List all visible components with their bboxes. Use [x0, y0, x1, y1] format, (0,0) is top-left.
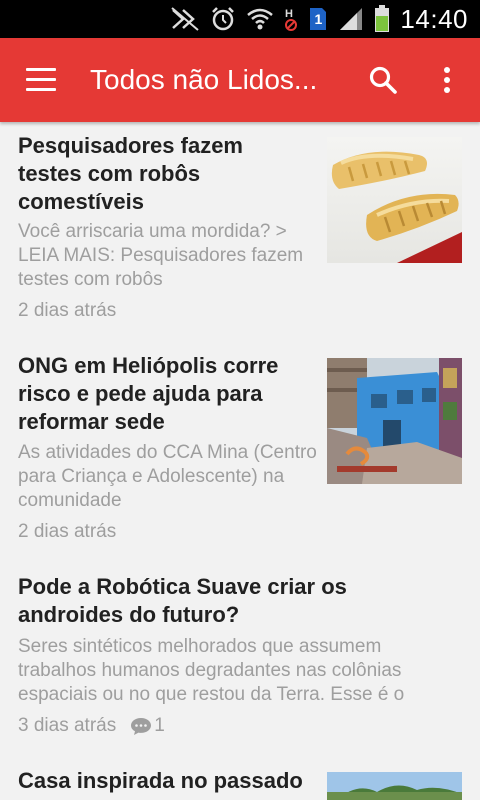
article-headline: Pode a Robótica Suave criar os androides…: [18, 574, 347, 627]
sim-card-icon: 1: [308, 6, 328, 32]
article-thumbnail: [327, 772, 462, 800]
article-item[interactable]: Pode a Robótica Suave criar os androides…: [0, 562, 480, 758]
signal-icon: [338, 6, 364, 32]
more-options-icon[interactable]: [434, 62, 460, 98]
clock: 14:40: [400, 4, 468, 34]
no-data-icon: H: [284, 5, 298, 33]
alarm-icon: [210, 6, 236, 32]
svg-text:H: H: [285, 8, 293, 20]
article-item[interactable]: ONG em Heliópolis corre risco e pede aju…: [0, 342, 480, 562]
sim-number: 1: [314, 11, 323, 27]
article-summary: Seres sintéticos melhorados que assumem …: [18, 636, 405, 705]
status-bar: H 1 14:40: [0, 0, 480, 38]
article-headline: Casa inspirada no passado: [18, 768, 303, 793]
article-item[interactable]: Pesquisadores fazem testes com robôs com…: [0, 122, 480, 342]
article-thumbnail: [327, 358, 462, 484]
nfc-icon: [170, 6, 200, 32]
page-title: Todos não Lidos...: [90, 64, 318, 95]
article-age: 3 dias atrás: [18, 715, 117, 736]
comment-count-value: 1: [154, 715, 165, 736]
battery-icon: [374, 5, 390, 33]
article-feed: Pesquisadores fazem testes com robôs com…: [0, 122, 480, 800]
article-age: 2 dias atrás: [18, 300, 117, 321]
comment-count: 1: [130, 714, 165, 738]
article-meta: 2 dias atrás: [18, 299, 116, 323]
article-summary: Você arriscaria uma mordida? > LEIA MAIS…: [18, 221, 304, 290]
search-icon[interactable]: [365, 62, 401, 98]
wifi-icon: [246, 6, 274, 32]
comment-icon: [131, 718, 152, 735]
article-meta: 3 dias atrás 1: [18, 714, 165, 738]
article-item[interactable]: Casa inspirada no passado: [0, 758, 480, 800]
article-headline: Pesquisadores fazem testes com robôs com…: [18, 133, 243, 214]
menu-icon[interactable]: [26, 68, 56, 92]
article-thumbnail: [327, 137, 462, 263]
status-icons: H 1 14:40: [170, 0, 468, 38]
article-meta: 2 dias atrás: [18, 520, 116, 544]
article-summary: As atividades do CCA Mina (Centro para C…: [18, 442, 317, 511]
article-age: 2 dias atrás: [18, 521, 117, 542]
app-bar: Todos não Lidos...: [0, 38, 480, 122]
article-headline: ONG em Heliópolis corre risco e pede aju…: [18, 353, 279, 434]
